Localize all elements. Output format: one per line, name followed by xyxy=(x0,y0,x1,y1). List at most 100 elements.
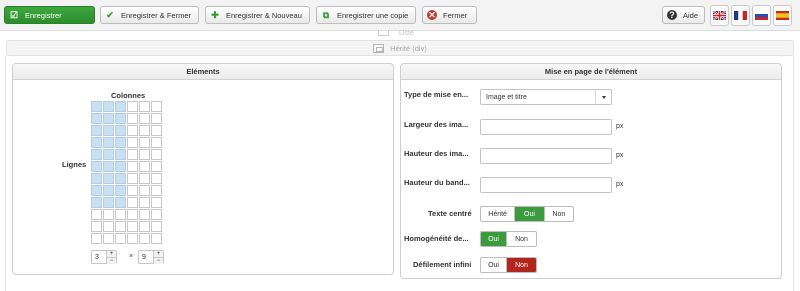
grid-cell[interactable] xyxy=(103,209,114,220)
grid-cell[interactable] xyxy=(103,233,114,244)
grid-cell[interactable] xyxy=(151,101,162,112)
grid-cell[interactable] xyxy=(115,149,126,160)
rows-stepper[interactable]: 9 + − xyxy=(138,250,164,264)
grid-cell[interactable] xyxy=(91,185,102,196)
grid-cell[interactable] xyxy=(115,101,126,112)
homogeneity-option-yes[interactable]: Oui xyxy=(481,232,508,246)
grid-cell[interactable] xyxy=(127,209,138,220)
centered-text-option-yes[interactable]: Oui xyxy=(515,207,545,221)
grid-cell[interactable] xyxy=(103,101,114,112)
grid-cell[interactable] xyxy=(91,209,102,220)
grid-cell[interactable] xyxy=(151,221,162,232)
grid-cell[interactable] xyxy=(127,233,138,244)
grid-selector[interactable] xyxy=(91,101,163,245)
grid-cell[interactable] xyxy=(91,221,102,232)
image-width-input[interactable] xyxy=(480,119,612,135)
grid-cell[interactable] xyxy=(127,197,138,208)
grid-cell[interactable] xyxy=(115,197,126,208)
grid-cell[interactable] xyxy=(151,209,162,220)
decrement-icon[interactable]: − xyxy=(107,258,116,264)
decrement-icon[interactable]: − xyxy=(154,258,163,264)
grid-cell[interactable] xyxy=(127,125,138,136)
increment-icon[interactable]: + xyxy=(107,251,116,258)
grid-cell[interactable] xyxy=(115,221,126,232)
grid-cell[interactable] xyxy=(91,197,102,208)
grid-cell[interactable] xyxy=(151,185,162,196)
grid-cell[interactable] xyxy=(139,161,150,172)
grid-cell[interactable] xyxy=(151,149,162,160)
grid-cell[interactable] xyxy=(151,161,162,172)
inherited-container-bar[interactable]: Hérité (div) xyxy=(6,40,794,56)
grid-cell[interactable] xyxy=(139,197,150,208)
grid-cell[interactable] xyxy=(103,113,114,124)
grid-cell[interactable] xyxy=(139,209,150,220)
grid-cell[interactable] xyxy=(103,197,114,208)
grid-cell[interactable] xyxy=(139,137,150,148)
grid-cell[interactable] xyxy=(151,137,162,148)
grid-cell[interactable] xyxy=(91,173,102,184)
grid-cell[interactable] xyxy=(139,113,150,124)
grid-cell[interactable] xyxy=(127,173,138,184)
grid-cell[interactable] xyxy=(115,209,126,220)
grid-cell[interactable] xyxy=(91,137,102,148)
infinite-scroll-option-yes[interactable]: Oui xyxy=(481,258,508,272)
grid-cell[interactable] xyxy=(103,221,114,232)
grid-cell[interactable] xyxy=(127,185,138,196)
grid-cell[interactable] xyxy=(91,113,102,124)
flag-en-icon[interactable] xyxy=(710,5,729,26)
infinite-scroll-toggle[interactable]: Oui Non xyxy=(480,257,537,273)
centered-text-option-no[interactable]: Non xyxy=(545,207,573,221)
save-close-button[interactable]: ✔ Enregistrer & Fermer xyxy=(100,6,199,24)
grid-cell[interactable] xyxy=(127,149,138,160)
grid-cell[interactable] xyxy=(91,125,102,136)
grid-cell[interactable] xyxy=(115,125,126,136)
band-height-input[interactable] xyxy=(480,177,612,193)
grid-cell[interactable] xyxy=(91,161,102,172)
flag-ru-icon[interactable] xyxy=(752,5,771,26)
homogeneity-option-no[interactable]: Non xyxy=(507,232,536,246)
grid-cell[interactable] xyxy=(127,113,138,124)
grid-cell[interactable] xyxy=(139,173,150,184)
grid-cell[interactable] xyxy=(139,149,150,160)
flag-fr-icon[interactable] xyxy=(731,5,750,26)
close-button[interactable]: ✕ Fermer xyxy=(422,6,477,24)
grid-cell[interactable] xyxy=(91,149,102,160)
grid-cell[interactable] xyxy=(151,125,162,136)
infinite-scroll-option-no[interactable]: Non xyxy=(507,258,536,272)
grid-cell[interactable] xyxy=(127,221,138,232)
grid-cell[interactable] xyxy=(151,173,162,184)
grid-cell[interactable] xyxy=(151,197,162,208)
grid-cell[interactable] xyxy=(151,113,162,124)
save-copy-button[interactable]: ⧉ Enregistrer une copie xyxy=(316,6,416,24)
grid-cell[interactable] xyxy=(115,137,126,148)
grid-cell[interactable] xyxy=(91,101,102,112)
save-button[interactable]: ☑ Enregistrer xyxy=(4,6,95,24)
grid-cell[interactable] xyxy=(103,173,114,184)
columns-stepper[interactable]: 3 + − xyxy=(91,250,117,264)
help-button[interactable]: ? Aide xyxy=(662,6,705,24)
display-type-select[interactable]: Image et titre xyxy=(480,89,612,105)
grid-cell[interactable] xyxy=(103,161,114,172)
grid-cell[interactable] xyxy=(139,125,150,136)
grid-cell[interactable] xyxy=(139,233,150,244)
grid-cell[interactable] xyxy=(103,149,114,160)
flag-es-icon[interactable] xyxy=(773,5,792,26)
grid-cell[interactable] xyxy=(115,161,126,172)
grid-cell[interactable] xyxy=(139,101,150,112)
grid-cell[interactable] xyxy=(115,173,126,184)
homogeneity-toggle[interactable]: Oui Non xyxy=(480,231,537,247)
grid-cell[interactable] xyxy=(151,233,162,244)
grid-cell[interactable] xyxy=(115,113,126,124)
grid-cell[interactable] xyxy=(103,185,114,196)
centered-text-toggle[interactable]: Hérité Oui Non xyxy=(480,206,574,222)
grid-cell[interactable] xyxy=(103,137,114,148)
grid-cell[interactable] xyxy=(139,185,150,196)
centered-text-option-inherited[interactable]: Hérité xyxy=(481,207,516,221)
grid-cell[interactable] xyxy=(139,221,150,232)
save-new-button[interactable]: ✚ Enregistrer & Nouveau xyxy=(205,6,310,24)
grid-cell[interactable] xyxy=(91,233,102,244)
grid-cell[interactable] xyxy=(103,125,114,136)
grid-cell[interactable] xyxy=(115,233,126,244)
increment-icon[interactable]: + xyxy=(154,251,163,258)
grid-cell[interactable] xyxy=(127,137,138,148)
